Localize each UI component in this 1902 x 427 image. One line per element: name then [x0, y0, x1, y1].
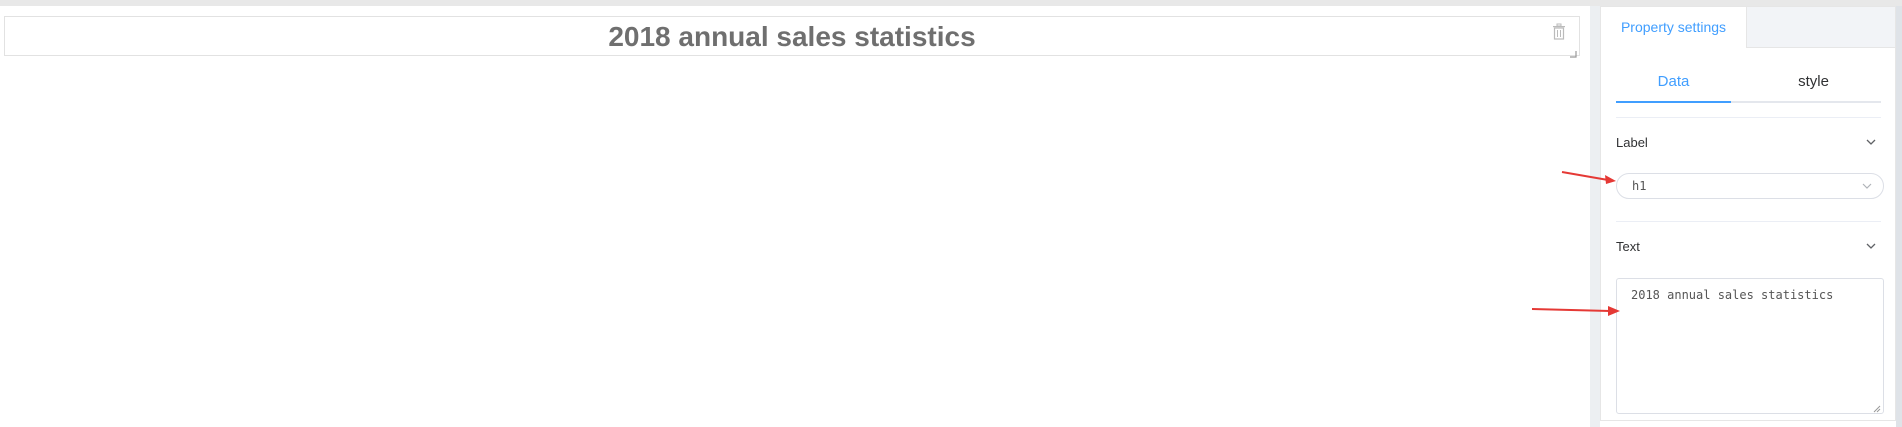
editor-canvas: 2018 annual sales statistics — [0, 6, 1590, 427]
text-section-title: Text — [1616, 239, 1640, 254]
chevron-down-icon — [1865, 240, 1877, 252]
title-widget[interactable]: 2018 annual sales statistics — [4, 16, 1580, 58]
label-section-header[interactable]: Label — [1616, 133, 1881, 153]
chevron-down-icon — [1861, 180, 1873, 192]
label-select[interactable]: h1 — [1616, 173, 1884, 199]
text-textarea-value: 2018 annual sales statistics — [1631, 288, 1834, 302]
label-select-value: h1 — [1632, 179, 1647, 193]
property-panel: Property settings Data style Label h1 Te… — [1600, 6, 1896, 421]
tab-property-settings[interactable]: Property settings — [1601, 7, 1747, 48]
panel-tab-bar: Property settings — [1601, 7, 1895, 48]
sub-tab-bar: Data style — [1616, 65, 1881, 103]
text-section-header[interactable]: Text — [1616, 237, 1881, 257]
divider — [1616, 221, 1881, 222]
panel-gutter — [1590, 6, 1600, 427]
widget-title: 2018 annual sales statistics — [608, 21, 976, 52]
active-tab-indicator — [1616, 101, 1731, 103]
trash-icon[interactable] — [1551, 23, 1567, 41]
panel-scrollbar[interactable] — [1896, 6, 1902, 427]
resize-handle-icon[interactable] — [1569, 45, 1577, 58]
tab-style[interactable]: style — [1756, 65, 1871, 99]
tab-data[interactable]: Data — [1616, 65, 1731, 99]
textarea-resize-icon[interactable] — [1872, 402, 1881, 413]
text-textarea[interactable]: 2018 annual sales statistics — [1616, 278, 1884, 414]
chevron-down-icon — [1865, 136, 1877, 148]
divider — [1616, 117, 1881, 118]
label-section-title: Label — [1616, 135, 1648, 150]
